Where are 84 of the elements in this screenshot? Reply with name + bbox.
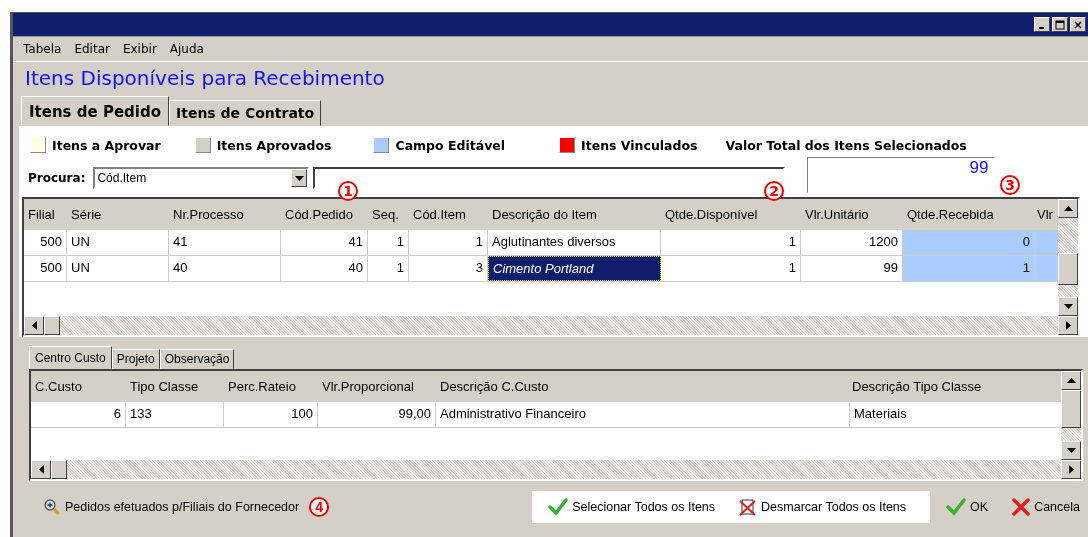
table-cell: 40 (169, 256, 281, 281)
tab[interactable]: Observação (159, 349, 235, 369)
close-button[interactable] (1070, 17, 1086, 32)
table-cell: 1 (661, 230, 801, 255)
column-header[interactable]: Qtde.Recebida (903, 199, 1035, 230)
tab[interactable]: Projeto (111, 349, 160, 369)
menu-item[interactable]: Tabela (23, 41, 62, 56)
table-cell: UN (67, 256, 169, 281)
column-header[interactable]: Seq. (368, 199, 409, 230)
total-value-field: 99 (807, 157, 996, 193)
dropdown-arrow-icon[interactable] (294, 175, 304, 181)
close-icon (1012, 498, 1031, 516)
legend-label: Campo Editável (395, 137, 506, 153)
search-field-dropdown[interactable]: Cód.Item (93, 167, 310, 189)
table-cell: 6 (31, 402, 126, 427)
scroll-left-arrow-icon[interactable] (31, 321, 37, 330)
legend-label: Itens Vinculados (581, 137, 698, 153)
horizontal-scrollbar[interactable] (24, 316, 1078, 335)
column-header[interactable]: Nr.Processo (169, 199, 281, 230)
column-header[interactable]: Qtde.Disponível (661, 199, 801, 230)
table-cell: 133 (126, 402, 224, 427)
scroll-up-arrow-icon[interactable] (1066, 378, 1076, 383)
table-cell: Cimento Portland (488, 256, 661, 281)
tab[interactable]: Itens de Contrato (169, 100, 322, 126)
table-cell: 500 (24, 230, 67, 255)
action-button[interactable]: Selecionar Todos os Itens (532, 491, 724, 523)
legend-label: Itens a Aprovar (52, 137, 161, 153)
scroll-up-arrow-icon[interactable] (1063, 206, 1073, 211)
table-cell: 41 (281, 230, 368, 255)
column-header[interactable]: Cód.Pedido (281, 199, 368, 230)
column-header[interactable]: Perc.Rateio (224, 371, 318, 402)
column-header[interactable]: Filial (24, 199, 67, 230)
horizontal-scrollbar[interactable] (31, 460, 1081, 479)
column-header[interactable]: C.Custo (31, 371, 126, 402)
scroll-down-arrow-icon[interactable] (1063, 304, 1073, 309)
column-header[interactable]: Vlr (1035, 199, 1058, 230)
tab[interactable]: Centro Custo (29, 346, 112, 369)
suppliers-orders-link[interactable]: Pedidos efetuados p/Filiais do Fornecedor (43, 498, 300, 516)
column-header[interactable]: Descrição Tipo Classe (850, 371, 1061, 402)
table-cell: 1 (661, 256, 801, 281)
table-cell: 99,00 (318, 402, 436, 427)
crossed-document-icon (739, 498, 758, 516)
scroll-down-arrow-icon[interactable] (1066, 448, 1076, 453)
page-heading: Itens Disponíveis para Recebimento (24, 65, 386, 92)
action-button[interactable]: Cancela (996, 491, 1088, 523)
total-label: Valor Total dos Itens Selecionados (725, 137, 967, 153)
table-cell: UN (67, 230, 169, 255)
column-header[interactable]: Cód.Item (409, 199, 488, 230)
scroll-left-arrow-icon[interactable] (38, 465, 44, 474)
menu-item[interactable]: Ajuda (169, 41, 204, 56)
column-header[interactable]: Tipo Classe (126, 371, 224, 402)
column-header[interactable]: Vlr.Proporcional (318, 371, 436, 402)
action-button[interactable]: OK (930, 491, 997, 523)
vertical-scrollbar[interactable] (1061, 371, 1081, 460)
column-header[interactable]: Descrição do Item (488, 199, 661, 230)
table-cell: Aglutinantes diversos (488, 230, 661, 255)
scroll-right-arrow-icon[interactable] (1065, 321, 1071, 330)
table-cell: 41 (169, 230, 281, 255)
table-cell: 1 (409, 230, 488, 255)
check-icon (946, 498, 967, 516)
magnifier-plus-icon (43, 498, 61, 516)
table-cell: 500 (24, 256, 67, 281)
menu-item[interactable]: Exibir (122, 41, 157, 56)
search-label: Procura: (28, 171, 86, 185)
check-icon (548, 498, 569, 516)
action-button[interactable]: Desmarcar Todos os Itens (723, 491, 931, 523)
table-cell: 100 (224, 402, 318, 427)
table-cell: Administrativo Financeiro (436, 402, 850, 427)
legend-label: Itens Aprovados (216, 137, 332, 153)
tab[interactable]: Itens de Pedido (21, 96, 169, 126)
vertical-scrollbar[interactable] (1058, 199, 1078, 316)
table-cell: 40 (281, 256, 368, 281)
scroll-right-arrow-icon[interactable] (1068, 465, 1074, 474)
table-cell: 1 (903, 256, 1035, 281)
column-header[interactable]: Descrição C.Custo (436, 371, 850, 402)
column-header[interactable]: Série (67, 199, 169, 230)
column-header[interactable]: Vlr.Unitário (801, 199, 903, 230)
close-icon[interactable] (1074, 19, 1082, 30)
annotation-number: 4 (309, 497, 330, 517)
table-cell: 1 (368, 230, 409, 255)
table-cell: 0 (903, 230, 1035, 255)
annotation-number: 3 (1000, 175, 1020, 195)
table-cell: 1 (368, 256, 409, 281)
menu-item[interactable]: Editar (74, 41, 110, 56)
